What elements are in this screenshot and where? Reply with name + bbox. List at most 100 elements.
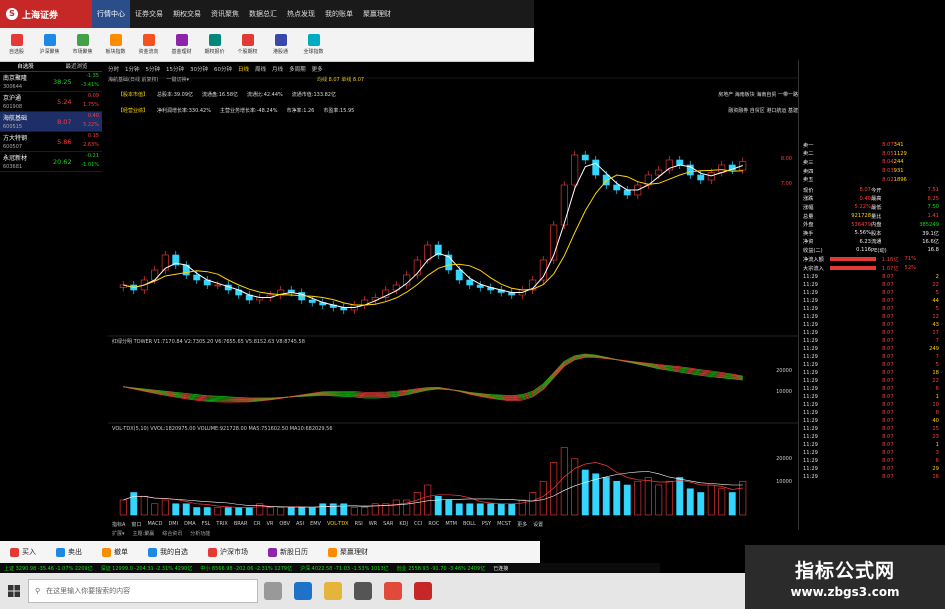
toolbar-button[interactable]: 沪深聚焦	[33, 28, 66, 61]
windows-start-icon[interactable]	[0, 573, 28, 609]
stock-change-pct: -1.01%	[81, 162, 99, 168]
toolbar-button[interactable]: 资金流向	[132, 28, 165, 61]
toolbar-button[interactable]: 基金理财	[165, 28, 198, 61]
kline-chart[interactable]: 8.00 7.00 红绿分明 TOWER V1:7170.84 V2:7305.…	[108, 60, 798, 520]
tick-row: 11:29 8.07 249	[799, 345, 943, 353]
tick-price: 8.07	[882, 337, 894, 344]
tick-volume: 5	[935, 305, 939, 312]
flow-row: 净流入额 1.16亿 71%	[799, 255, 943, 264]
tick-row: 11:29 8.07 5	[799, 305, 943, 313]
indicator-tab[interactable]: KDJ	[399, 521, 408, 527]
watchlist-row[interactable]: 方大特钢 600507 5.86 0.15 2.63%	[0, 132, 102, 152]
indicator-subitem[interactable]: 综合资讯	[162, 530, 182, 537]
quote-stat-cell: 16.8	[927, 247, 939, 254]
indicator-subitem[interactable]: 扩展▾	[112, 530, 125, 537]
watchlist-row[interactable]: 永冠新材 603681 20.62 -0.21 -1.01%	[0, 152, 102, 172]
app-logo: S 上海证券	[0, 0, 92, 28]
quote-stat-cell: 今开	[871, 187, 882, 194]
toolbar-icon	[142, 34, 155, 46]
indicator-tab[interactable]: 指标A	[112, 521, 125, 528]
indicator-tab[interactable]: BOLL	[463, 521, 476, 527]
indicator-tab[interactable]: ASI	[296, 521, 304, 527]
action-label: 买入	[22, 548, 36, 556]
indicator-tab[interactable]: CR	[253, 521, 260, 527]
action-button[interactable]: 新股日历	[258, 547, 318, 557]
watermark-url: www.zbgs3.com	[790, 584, 900, 599]
taskbar-search[interactable]: ⚲ 在这里输入你要搜索的内容	[28, 579, 258, 603]
trading-app-icon[interactable]	[414, 582, 432, 600]
edge-browser-icon[interactable]	[294, 582, 312, 600]
indicator-tab[interactable]: VOL-TDX	[327, 521, 349, 527]
indicator-tab[interactable]: OBV	[279, 521, 290, 527]
indicator-tab[interactable]: MTM	[445, 521, 457, 527]
nav-item[interactable]: 聚赢理财	[358, 0, 396, 28]
nav-item[interactable]: 证券交易	[130, 0, 168, 28]
flow-label: 净流入额	[803, 256, 824, 263]
indicator-tab[interactable]: DMI	[168, 521, 178, 527]
toolbar-button[interactable]: 期权报价	[198, 28, 231, 61]
indicator-subitem[interactable]: 分析功能	[190, 530, 210, 537]
nav-item[interactable]: 行情中心	[92, 0, 130, 28]
watchlist-row[interactable]: 海航基础 600515 8.07 0.40 5.22%	[0, 112, 102, 132]
nav-item[interactable]: 数据总汇	[244, 0, 282, 28]
action-button[interactable]: 买入	[0, 547, 46, 557]
volume-bar	[445, 499, 453, 516]
indicator-tab[interactable]: TRIX	[216, 521, 227, 527]
tick-time: 11:29	[803, 321, 818, 328]
fundamental-item: 净利润增长率:330.42%	[157, 107, 211, 114]
indicator-tab[interactable]: SAR	[383, 521, 393, 527]
indicator-tab[interactable]: WR	[369, 521, 377, 527]
quote-panel: 卖一 8.07 341 卖二 8.05 1129 卖三 8.04 244 卖四 8.03 931 卖五 8…	[798, 60, 943, 530]
concept-tags: 融资融券 自贸区 港口航运 基建	[728, 107, 798, 114]
nav-item[interactable]: 期权交易	[168, 0, 206, 28]
indicator-tab[interactable]: VR	[266, 521, 273, 527]
nav-item[interactable]: 资讯聚焦	[206, 0, 244, 28]
indicator-tab[interactable]: RSI	[355, 521, 363, 527]
concept-tags: 房地产 海南板块 海南自贸 一带一路	[718, 91, 798, 98]
fundamental-item: 主营业务增长率:-48.24%	[219, 107, 278, 114]
indicator-tab[interactable]: 更多	[517, 521, 527, 528]
indicator-tab[interactable]: ROC	[428, 521, 439, 527]
indicator-tab[interactable]: BRAR	[234, 521, 248, 527]
tab-watchlist[interactable]: 自选股	[0, 62, 51, 71]
tick-time: 11:29	[803, 433, 818, 440]
action-button[interactable]: 沪深市场	[198, 547, 258, 557]
stock-change-pct: 2.63%	[83, 142, 99, 148]
nav-item[interactable]: 我的账单	[320, 0, 358, 28]
toolbar-button[interactable]: 自选股	[0, 28, 33, 61]
watchlist-row[interactable]: 京沪通 601908 5.24 0.09 1.75%	[0, 92, 102, 112]
tick-volume: 3	[935, 449, 939, 456]
indicator-tab[interactable]: 窗口	[131, 521, 141, 528]
task-view-icon[interactable]	[264, 582, 282, 600]
toolbar-button[interactable]: 个股期权	[231, 28, 264, 61]
tab-recent[interactable]: 最近浏览	[51, 62, 102, 71]
store-icon[interactable]	[354, 582, 372, 600]
toolbar-button[interactable]: 板块指数	[99, 28, 132, 61]
tick-price: 8.07	[882, 273, 894, 280]
tick-price: 8.07	[882, 457, 894, 464]
indicator-tab[interactable]: FSL	[202, 521, 211, 527]
action-button[interactable]: 聚赢理财	[318, 547, 378, 557]
nav-item[interactable]: 热点发现	[282, 0, 320, 28]
volume-bar	[266, 507, 274, 516]
indicator-tab[interactable]: MACD	[147, 521, 162, 527]
chrome-browser-icon[interactable]	[384, 582, 402, 600]
tick-price: 8.07	[882, 377, 894, 384]
watchlist-row[interactable]: 南京聚隆 300644 38.25 -1.35 -3.41%	[0, 72, 102, 92]
indicator-tab[interactable]: 设置	[533, 521, 543, 528]
action-button[interactable]: 我的自选	[138, 547, 198, 557]
toolbar-button[interactable]: 全球指数	[297, 28, 330, 61]
indicator-tab[interactable]: DMA	[184, 521, 196, 527]
indicator-tab[interactable]: EMV	[310, 521, 321, 527]
action-button[interactable]: 撤单	[92, 547, 138, 557]
indicator-tab[interactable]: CCI	[414, 521, 422, 527]
indicator-subitem[interactable]: 主题:聚赢	[133, 530, 155, 537]
quote-stat: 换手 5.56% 股本 39.1亿	[799, 229, 943, 238]
volume-bar	[329, 503, 337, 516]
indicator-tab[interactable]: MCST	[497, 521, 511, 527]
indicator-tab[interactable]: PSY	[482, 521, 491, 527]
toolbar-button[interactable]: 港股通	[264, 28, 297, 61]
file-explorer-icon[interactable]	[324, 582, 342, 600]
action-button[interactable]: 卖出	[46, 547, 92, 557]
toolbar-button[interactable]: 市场聚焦	[66, 28, 99, 61]
